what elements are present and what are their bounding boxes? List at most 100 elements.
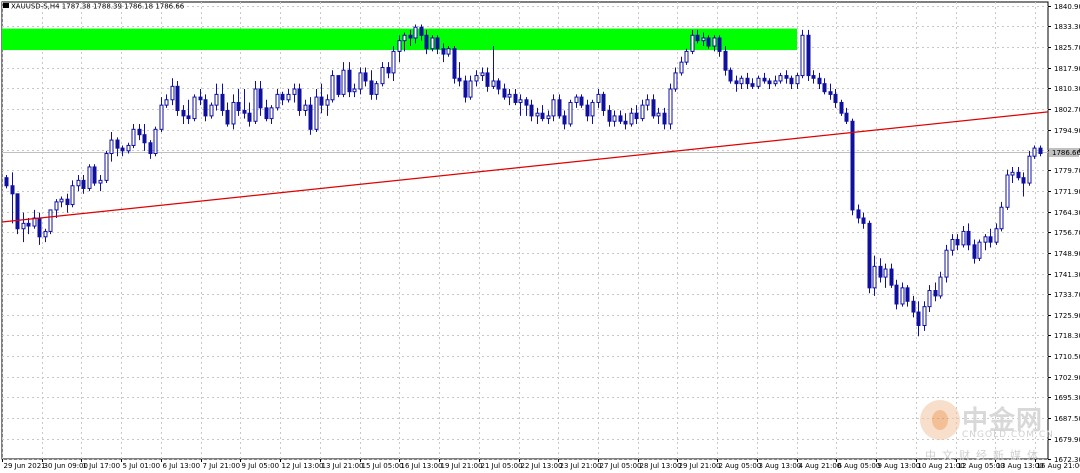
x-tick-label: 23 Jul 21:00 bbox=[560, 462, 602, 470]
y-tick-label: 1779.70 bbox=[1054, 167, 1080, 175]
candle-body-down bbox=[181, 110, 186, 117]
candle-body-up bbox=[98, 179, 103, 184]
chart-title: XAUUSD-S,H4 1787.38 1788.39 1786.18 1786… bbox=[11, 3, 185, 11]
candle-body-up bbox=[645, 99, 650, 106]
candle-body-down bbox=[734, 80, 739, 85]
candle-body-down bbox=[822, 83, 827, 93]
candle-body-up bbox=[690, 34, 695, 52]
candle-body-up bbox=[712, 37, 717, 47]
y-tick-label: 1764.30 bbox=[1054, 209, 1080, 217]
candle-body-up bbox=[192, 96, 197, 120]
candle-body-down bbox=[562, 115, 567, 125]
x-tick-label: 6 Aug 05:00 bbox=[838, 462, 881, 470]
candle-body-down bbox=[955, 238, 960, 246]
candle-body-down bbox=[198, 96, 203, 101]
x-tick-label: 7 Jul 21:00 bbox=[203, 462, 241, 470]
candle-body-down bbox=[242, 110, 247, 114]
candle-body-down bbox=[867, 222, 872, 289]
candle-body-up bbox=[170, 85, 175, 101]
candle-body-down bbox=[408, 34, 413, 39]
candle-body-up bbox=[629, 112, 634, 125]
candle-body-up bbox=[109, 139, 114, 155]
candle-body-up bbox=[1005, 174, 1010, 208]
x-tick-label: 21 Jul 05:00 bbox=[481, 462, 523, 470]
y-tick-label: 1833.30 bbox=[1054, 23, 1080, 31]
candle-body-up bbox=[325, 99, 330, 106]
candle-body-up bbox=[944, 249, 949, 278]
candle-body-up bbox=[253, 88, 258, 122]
candle-body-down bbox=[579, 96, 584, 106]
y-tick-label: 1733.70 bbox=[1054, 291, 1080, 299]
candle-body-down bbox=[247, 112, 252, 122]
candle-body-up bbox=[568, 101, 573, 125]
candle-body-up bbox=[1010, 171, 1015, 176]
candle-body-down bbox=[634, 112, 639, 120]
candle-body-up bbox=[551, 99, 556, 117]
candle-body-up bbox=[59, 198, 64, 203]
candle-body-up bbox=[54, 201, 59, 211]
y-tick-label: 1679.90 bbox=[1054, 436, 1080, 444]
candle-body-down bbox=[723, 50, 728, 71]
candle-body-down bbox=[236, 101, 241, 112]
candle-body-down bbox=[789, 77, 794, 85]
candle-body-down bbox=[607, 110, 612, 122]
candle-body-down bbox=[65, 198, 70, 206]
candle-body-up bbox=[126, 144, 131, 152]
candle-body-up bbox=[800, 34, 805, 77]
y-tick-label: 1748.90 bbox=[1054, 250, 1080, 258]
candle-body-down bbox=[452, 48, 457, 79]
candle-body-down bbox=[695, 34, 700, 42]
candle-body-down bbox=[502, 88, 507, 98]
candle-body-up bbox=[468, 80, 473, 98]
title-icon bbox=[3, 3, 9, 8]
y-tick-label: 1710.50 bbox=[1054, 353, 1080, 361]
candle-body-down bbox=[37, 217, 42, 238]
x-tick-label: 3 Aug 13:00 bbox=[759, 462, 802, 470]
candle-body-up bbox=[684, 50, 689, 63]
candle-body-up bbox=[927, 290, 932, 308]
candle-body-down bbox=[441, 48, 446, 55]
x-tick-label: 4 Aug 21:00 bbox=[799, 462, 842, 470]
candle-body-up bbox=[739, 77, 744, 85]
candle-body-up bbox=[303, 104, 308, 112]
price-marker-label: 1786.66 bbox=[1052, 149, 1080, 157]
candle-body-up bbox=[546, 115, 551, 120]
x-tick-label: 28 Jul 13:00 bbox=[640, 462, 682, 470]
candle-body-down bbox=[817, 77, 822, 85]
x-tick-label: 16 Jul 13:00 bbox=[401, 462, 443, 470]
candle-body-up bbox=[292, 88, 297, 95]
candle-body-up bbox=[314, 96, 319, 130]
watermark-domain: CNGOLD.COM.CN bbox=[962, 430, 1054, 440]
candle-body-down bbox=[496, 80, 501, 90]
candle-body-down bbox=[839, 101, 844, 114]
candle-body-down bbox=[745, 77, 750, 85]
candle-body-down bbox=[297, 88, 302, 112]
candle-body-down bbox=[861, 217, 866, 224]
x-tick-label: 22 Jul 13:00 bbox=[521, 462, 563, 470]
candle-body-up bbox=[596, 93, 601, 103]
x-tick-label: 16 Aug 21:00 bbox=[1037, 462, 1080, 470]
candle-body-down bbox=[308, 104, 313, 130]
y-tick-label: 1687.50 bbox=[1054, 415, 1080, 423]
candle-body-up bbox=[209, 104, 214, 117]
candle-body-down bbox=[419, 26, 424, 36]
y-tick-label: 1695.30 bbox=[1054, 394, 1080, 402]
candle-body-up bbox=[374, 83, 379, 95]
candle-body-down bbox=[905, 287, 910, 302]
candle-body-down bbox=[828, 91, 833, 95]
candle-body-up bbox=[679, 61, 684, 74]
candle-body-up bbox=[231, 101, 236, 125]
candle-body-up bbox=[590, 101, 595, 117]
candle-body-down bbox=[363, 72, 368, 82]
candle-body-down bbox=[811, 75, 816, 79]
candle-body-down bbox=[889, 268, 894, 286]
candle-body-down bbox=[750, 83, 755, 87]
candle-body-up bbox=[286, 93, 291, 101]
candle-body-up bbox=[43, 230, 48, 238]
candle-body-down bbox=[972, 244, 977, 259]
candle-body-up bbox=[518, 99, 523, 103]
candle-body-down bbox=[911, 300, 916, 313]
candle-body-down bbox=[916, 311, 921, 326]
candle-body-down bbox=[1021, 177, 1026, 184]
candle-body-up bbox=[883, 268, 888, 278]
